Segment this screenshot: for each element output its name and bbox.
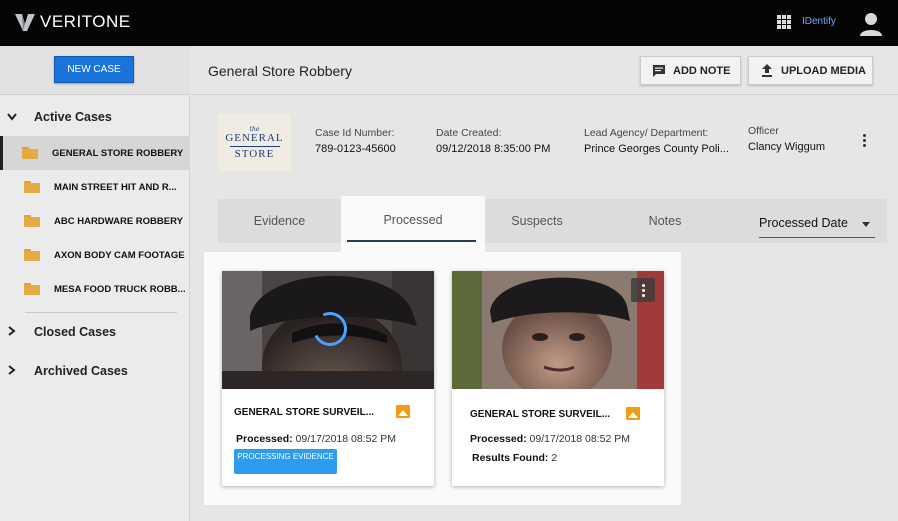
folder-icon — [22, 147, 38, 159]
case-id-info: Case Id Number: 789-0123-45600 — [315, 127, 396, 155]
new-case-button[interactable]: NEW CASE — [54, 56, 134, 83]
tab-notes[interactable]: Notes — [619, 199, 711, 243]
archived-cases-toggle[interactable]: Archived Cases — [0, 360, 128, 382]
chevron-down-icon — [2, 110, 22, 124]
folder-icon — [24, 181, 40, 193]
add-note-label: ADD NOTE — [673, 64, 731, 77]
case-item-axon-body-cam[interactable]: AXON BODY CAM FOOTAGE — [0, 238, 190, 272]
user-avatar-icon[interactable] — [859, 11, 883, 37]
page-title: General Store Robbery — [208, 63, 352, 79]
media-card[interactable]: GENERAL STORE SURVEIL... Processed: 09/1… — [452, 271, 664, 486]
officer-value: Clancy Wiggum — [748, 141, 826, 153]
case-id-value: 789-0123-45600 — [315, 143, 396, 155]
dropdown-caret-icon — [862, 222, 870, 227]
current-app-name[interactable]: IDentify — [802, 16, 836, 27]
case-item-label: MAIN STREET HIT AND R... — [54, 181, 177, 193]
case-item-label: AXON BODY CAM FOOTAGE — [54, 249, 185, 261]
results-found: Results Found: 2 — [472, 452, 558, 464]
veritone-logo-icon — [15, 14, 35, 31]
lead-agency-value: Prince Georges County Poli... — [584, 143, 729, 155]
tab-suspects[interactable]: Suspects — [485, 199, 589, 243]
upload-media-label: UPLOAD MEDIA — [781, 64, 866, 77]
case-item-label: GENERAL STORE ROBBERY — [52, 147, 184, 159]
media-thumbnail[interactable] — [452, 271, 664, 389]
left-panel-header: NEW CASE — [0, 46, 190, 95]
media-thumbnail[interactable] — [222, 271, 434, 389]
folder-icon — [24, 249, 40, 261]
archived-cases-label: Archived Cases — [34, 364, 128, 378]
folder-icon — [24, 283, 40, 295]
case-item-main-street[interactable]: MAIN STREET HIT AND R... — [0, 170, 190, 204]
closed-cases-toggle[interactable]: Closed Cases — [0, 321, 116, 343]
processed-date: Processed: 09/17/2018 08:52 PM — [470, 433, 630, 445]
officer-info: Officer Clancy Wiggum — [748, 125, 826, 153]
tab-processed-label: Processed — [383, 213, 443, 227]
image-icon — [396, 405, 410, 418]
media-card-title: GENERAL STORE SURVEIL... — [234, 407, 375, 418]
closed-cases-label: Closed Cases — [34, 325, 116, 339]
sort-select-value: Processed Date — [759, 216, 848, 230]
active-cases-label: Active Cases — [34, 110, 112, 124]
case-more-icon[interactable] — [863, 134, 867, 149]
top-bar: VERITONE IDentify — [0, 0, 898, 46]
brand-name: VERITONE — [40, 12, 131, 31]
case-item-abc-hardware[interactable]: ABC HARDWARE ROBBERY — [0, 204, 190, 238]
status-badge: PROCESSING EVIDENCE — [234, 449, 337, 474]
date-created-value: 09/12/2018 8:35:00 PM — [436, 143, 551, 155]
media-card[interactable]: GENERAL STORE SURVEIL... Processed: 09/1… — [222, 271, 434, 486]
processed-date: Processed: 09/17/2018 08:52 PM — [236, 433, 396, 445]
sort-select[interactable]: Processed Date — [759, 216, 875, 238]
upload-icon — [762, 64, 772, 77]
veritone-logo[interactable]: VERITONE — [14, 11, 131, 33]
sidebar-divider — [25, 312, 177, 313]
date-created-info: Date Created: 09/12/2018 8:35:00 PM — [436, 127, 551, 155]
case-item-label: MESA FOOD TRUCK ROBB... — [54, 283, 186, 295]
chevron-right-icon — [2, 364, 22, 378]
active-tab-indicator — [347, 240, 476, 242]
tab-evidence[interactable]: Evidence — [218, 199, 341, 243]
apps-grid-icon[interactable] — [777, 15, 791, 29]
folder-icon — [24, 215, 40, 227]
case-item-label: ABC HARDWARE ROBBERY — [54, 215, 183, 227]
chevron-right-icon — [2, 325, 22, 339]
card-more-icon[interactable] — [631, 278, 655, 302]
case-header: General Store Robbery ADD NOTE UPLOAD ME… — [191, 46, 898, 95]
case-sidebar: Active Cases GENERAL STORE ROBBERY MAIN … — [0, 96, 190, 521]
image-icon — [626, 407, 640, 420]
lead-agency-info: Lead Agency/ Department: Prince Georges … — [584, 127, 729, 155]
tab-processed[interactable]: Processed — [341, 196, 485, 254]
media-card-title: GENERAL STORE SURVEIL... — [470, 409, 611, 420]
note-icon — [653, 64, 665, 77]
case-item-mesa-food-truck[interactable]: MESA FOOD TRUCK ROBB... — [0, 272, 190, 306]
case-item-general-store-robbery[interactable]: GENERAL STORE ROBBERY — [0, 136, 190, 170]
active-cases-toggle[interactable]: Active Cases — [0, 106, 112, 128]
upload-media-button[interactable]: UPLOAD MEDIA — [748, 56, 873, 85]
store-logo: the GENERAL STORE — [218, 114, 291, 171]
add-note-button[interactable]: ADD NOTE — [640, 56, 741, 85]
